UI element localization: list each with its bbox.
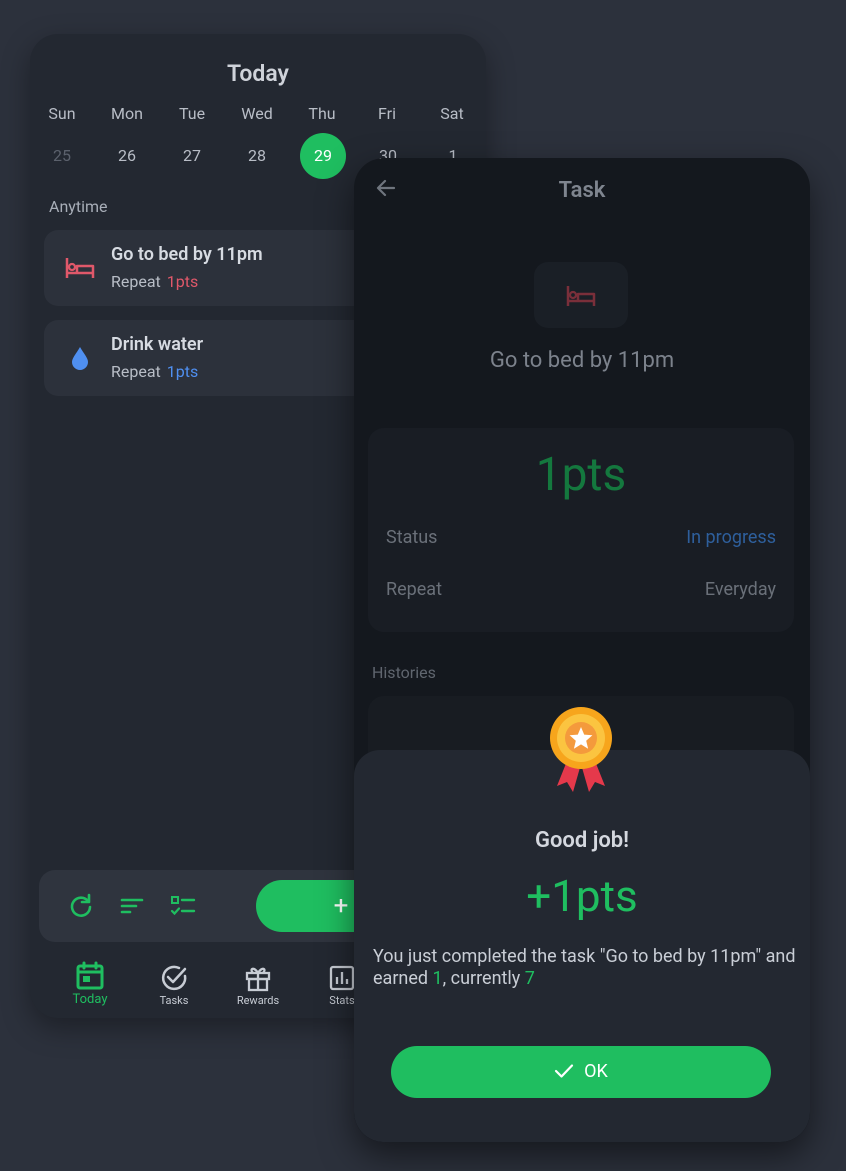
dialog-message: You just completed the task "Go to bed b…	[373, 946, 797, 990]
task-points: 1pts	[166, 272, 199, 291]
medal-icon	[550, 707, 612, 792]
task-detail-screen: Task Go to bed by 11pm 1pts Status In pr…	[354, 158, 810, 1142]
nav-label: Rewards	[236, 994, 280, 1007]
day-27[interactable]: 27	[169, 133, 215, 179]
current-value: 7	[524, 968, 535, 989]
day-name-sat: Sat	[440, 104, 464, 123]
task-meta: Repeat 1pts	[111, 272, 198, 291]
nav-rewards[interactable]: Rewards	[223, 962, 293, 1007]
repeat-row: Repeat Everyday	[386, 579, 776, 600]
histories-label: Histories	[372, 663, 436, 682]
task-points: 1pts	[166, 362, 199, 381]
status-row: Status In progress	[386, 527, 776, 548]
gift-icon	[245, 967, 271, 992]
page-title: Today	[227, 60, 289, 87]
calendar-icon	[76, 961, 104, 990]
section-anytime: Anytime	[49, 197, 108, 216]
repeat-label: Repeat	[386, 579, 442, 600]
nav-label: Tasks	[159, 994, 189, 1007]
task-icon-tile	[534, 262, 628, 328]
day-name-thu: Thu	[308, 104, 336, 123]
task-name: Go to bed by 11pm	[111, 244, 263, 265]
screen-title: Task	[558, 178, 606, 203]
check-icon	[555, 1064, 574, 1078]
day-name-mon: Mon	[111, 104, 143, 123]
repeat-value: Everyday	[704, 579, 776, 600]
repeat-label: Repeat	[111, 362, 161, 381]
day-name-sun: Sun	[48, 104, 76, 123]
day-name-wed: Wed	[241, 104, 273, 123]
task-meta: Repeat 1pts	[111, 362, 198, 381]
task-info-card: 1pts Status In progress Repeat Everyday	[368, 428, 794, 632]
refresh-icon[interactable]	[67, 892, 95, 920]
repeat-label: Repeat	[111, 272, 161, 291]
ok-button[interactable]: OK	[391, 1046, 771, 1098]
ok-label: OK	[584, 1061, 608, 1082]
bed-icon	[566, 286, 596, 306]
earned-value: 1	[432, 968, 443, 989]
bed-icon	[65, 258, 95, 278]
day-name-tue: Tue	[178, 104, 206, 123]
water-drop-icon	[72, 347, 88, 370]
day-25[interactable]: 25	[39, 133, 85, 179]
nav-label: Today	[72, 992, 108, 1007]
day-29-selected[interactable]: 29	[300, 133, 346, 179]
day-26[interactable]: 26	[104, 133, 150, 179]
day-28[interactable]: 28	[234, 133, 280, 179]
earned-points: +1pts	[526, 870, 638, 922]
nav-today[interactable]: Today	[55, 960, 125, 1007]
sort-icon[interactable]	[118, 892, 146, 920]
day-name-fri: Fri	[378, 104, 396, 123]
status-label: Status	[386, 527, 438, 548]
checklist-icon[interactable]	[169, 892, 197, 920]
task-title: Go to bed by 11pm	[489, 348, 675, 373]
status-value: In progress	[686, 527, 776, 548]
nav-tasks[interactable]: Tasks	[139, 962, 209, 1007]
dialog-title: Good job!	[534, 828, 630, 853]
task-name: Drink water	[111, 334, 204, 355]
task-points-large: 1pts	[535, 448, 627, 502]
message-text: , currently	[442, 968, 525, 989]
check-circle-icon	[161, 965, 187, 991]
